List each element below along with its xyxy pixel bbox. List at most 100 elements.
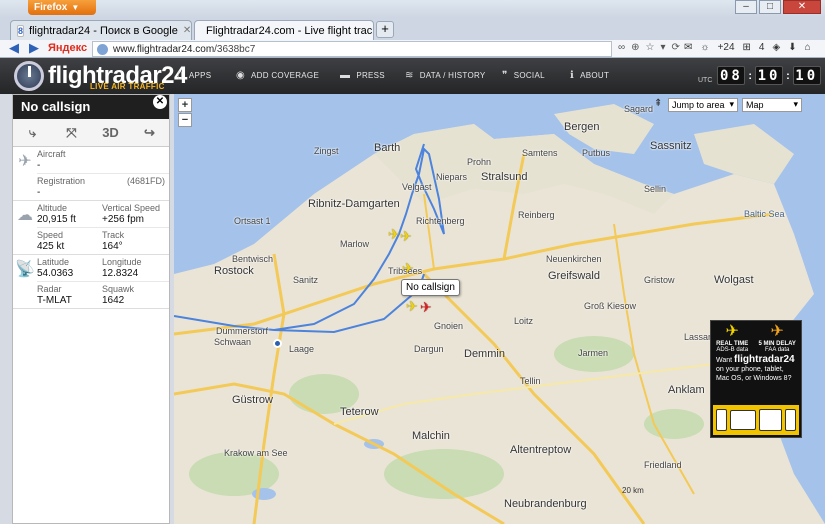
- plane-orange-icon: ✈: [770, 323, 784, 340]
- map-label: Gnoien: [434, 321, 464, 331]
- home-icon[interactable]: ⌂: [805, 42, 811, 53]
- glasses-icon[interactable]: ∞: [618, 42, 625, 53]
- addon-icon[interactable]: ◈: [772, 42, 780, 53]
- map-label: Samtens: [522, 148, 558, 158]
- aircraft-icon[interactable]: ✈: [388, 226, 400, 243]
- route-icon[interactable]: ⤷: [13, 119, 52, 146]
- aircraft-icon[interactable]: ✈: [402, 260, 414, 277]
- promo-box[interactable]: ✈ REAL TIME ADS-B data ✈ 5 MIN DELAY FAA dat…: [710, 320, 802, 438]
- map-label: Baltic Sea: [744, 209, 785, 219]
- map-label: Lassan: [684, 332, 714, 342]
- map-label: Ribnitz-Damgarten: [308, 198, 400, 210]
- database-icon: ≋: [405, 70, 414, 81]
- map-label: Tellin: [520, 376, 541, 386]
- back-button[interactable]: ◀: [6, 41, 22, 56]
- zoom-in-button[interactable]: +: [178, 98, 192, 112]
- center-icon[interactable]: ⤧: [52, 119, 91, 146]
- position-section: 📡 Latitude 54.0363 Longitude 12.8324 Radar T…: [13, 255, 169, 309]
- menu-add-coverage[interactable]: ◉ ADD COVERAGE: [236, 70, 319, 81]
- address-bar[interactable]: www.flightradar24.com/3638bc7: [92, 41, 612, 57]
- minimize-button[interactable]: –: [735, 0, 757, 14]
- airport-marker-icon[interactable]: [273, 339, 282, 348]
- firefox-menu-button[interactable]: Firefox ▼: [28, 0, 96, 15]
- clock-minutes: 10: [755, 66, 784, 85]
- forward-button[interactable]: ▶: [26, 41, 42, 56]
- tab-label: flightradar24 - Поиск в Google: [29, 24, 178, 37]
- close-tab-icon[interactable]: ✕: [183, 25, 191, 36]
- map-label: Niepars: [436, 172, 468, 182]
- menu-social[interactable]: ❞ SOCIAL: [502, 70, 545, 81]
- tab-google-search[interactable]: 8 flightradar24 - Поиск в Google ✕: [10, 20, 192, 40]
- share-icon[interactable]: ↪: [130, 119, 169, 146]
- badge-count: 4: [758, 42, 765, 53]
- cloud-icon: ☁: [17, 207, 33, 224]
- zoom-out-button[interactable]: −: [178, 113, 192, 127]
- map-label: Jarmen: [578, 348, 609, 358]
- radar-icon: [14, 61, 44, 91]
- mail-icon[interactable]: ✉: [684, 42, 692, 53]
- map-label: Prohn: [467, 157, 492, 167]
- aircraft-callout-label: No callsign: [401, 279, 460, 296]
- navigation-bar: ◀ ▶ Яндекс www.flightradar24.com/3638bc7…: [0, 40, 825, 58]
- map-type-select[interactable]: Map: [742, 98, 802, 112]
- star-icon[interactable]: ☆: [646, 42, 655, 53]
- site-header: flightradar24 LIVE AIR TRAFFIC ▯ APPS ◉ AD…: [0, 58, 825, 94]
- menu-data-history[interactable]: ≋ DATA / HISTORY: [405, 70, 486, 81]
- new-tab-button[interactable]: +: [376, 21, 394, 38]
- quote-icon: ❞: [502, 70, 508, 81]
- reader-icon[interactable]: ⊕: [631, 42, 639, 53]
- tab-flightradar[interactable]: Flightradar24.com - Live flight tracker!…: [194, 20, 374, 40]
- map-label: Sellin: [644, 184, 667, 194]
- url-path: /3638bc7: [214, 44, 256, 55]
- window-controls: – □ ✕: [735, 0, 821, 14]
- temperature-value: +24: [717, 42, 735, 53]
- map-label: Laage: [289, 344, 315, 354]
- utc-label: UTC: [698, 77, 713, 84]
- collapse-toggle-icon[interactable]: ⇞: [654, 98, 662, 109]
- close-panel-button[interactable]: ✕: [153, 95, 167, 109]
- info-icon: ℹ: [570, 70, 575, 81]
- altitude-section: ☁ Altitude 20,915 ft Vertical Speed +256 fp…: [13, 201, 169, 255]
- map-label: Anklam: [668, 384, 705, 396]
- flight-info-panel: No callsign ✕ ⤷ ⤧ 3D ↪ ✈ Aircraft - Regis…: [12, 94, 170, 524]
- hex-code: (4681FD): [126, 176, 165, 186]
- view-3d-button[interactable]: 3D: [91, 119, 130, 146]
- weather-icon[interactable]: ☼: [700, 42, 709, 53]
- logo-tagline: LIVE AIR TRAFFIC: [90, 82, 165, 91]
- map-label: Wolgast: [714, 274, 754, 286]
- airplane-icon: ✈: [18, 153, 32, 170]
- map-label: Altentreptow: [510, 444, 572, 456]
- bookmark-icon[interactable]: ⊞: [743, 42, 751, 53]
- tab-strip: 8 flightradar24 - Поиск в Google ✕ Fligh…: [0, 18, 825, 40]
- menu-about[interactable]: ℹ ABOUT: [570, 70, 609, 81]
- device-images: [713, 405, 799, 435]
- map-label: Putbus: [582, 148, 611, 158]
- map-label: Güstrow: [232, 394, 273, 406]
- map-graphics: [174, 94, 825, 524]
- map-label: Teterow: [340, 406, 379, 418]
- reload-icon[interactable]: ⟳: [672, 42, 680, 53]
- yandex-logo: Яндекс: [48, 42, 88, 54]
- map-label: Barth: [374, 142, 401, 154]
- map-label: Gristow: [644, 275, 675, 285]
- map-label: Neuenkirchen: [546, 254, 602, 264]
- menu-press[interactable]: ▬ PRESS: [340, 70, 385, 81]
- aircraft-icon[interactable]: ✈: [400, 228, 412, 245]
- selected-aircraft-icon[interactable]: ✈: [420, 299, 432, 316]
- map-canvas[interactable]: + − ⇞ Jump to area Map Barth Stralsund R…: [174, 94, 825, 524]
- map-label: Loitz: [514, 316, 534, 326]
- map-label: Reinberg: [518, 210, 555, 220]
- maximize-button[interactable]: □: [759, 0, 781, 14]
- close-window-button[interactable]: ✕: [783, 0, 821, 14]
- map-label: Demmin: [464, 348, 505, 360]
- download-icon[interactable]: ⬇: [788, 42, 796, 53]
- menu-apps[interactable]: ▯ APPS: [177, 70, 211, 81]
- window-titlebar: Firefox ▼ – □ ✕: [0, 0, 825, 18]
- jump-to-area-select[interactable]: Jump to area: [668, 98, 738, 112]
- map-label: Stralsund: [481, 171, 528, 183]
- map-scale: 20 km: [622, 486, 644, 495]
- satellite-dish-icon: 📡: [15, 261, 35, 278]
- address-bar-icons: ∞ ⊕ ☆ ▾ ⟳: [618, 42, 680, 53]
- aircraft-icon[interactable]: ✈: [406, 298, 418, 315]
- dropdown-arrow-icon[interactable]: ▾: [661, 42, 666, 53]
